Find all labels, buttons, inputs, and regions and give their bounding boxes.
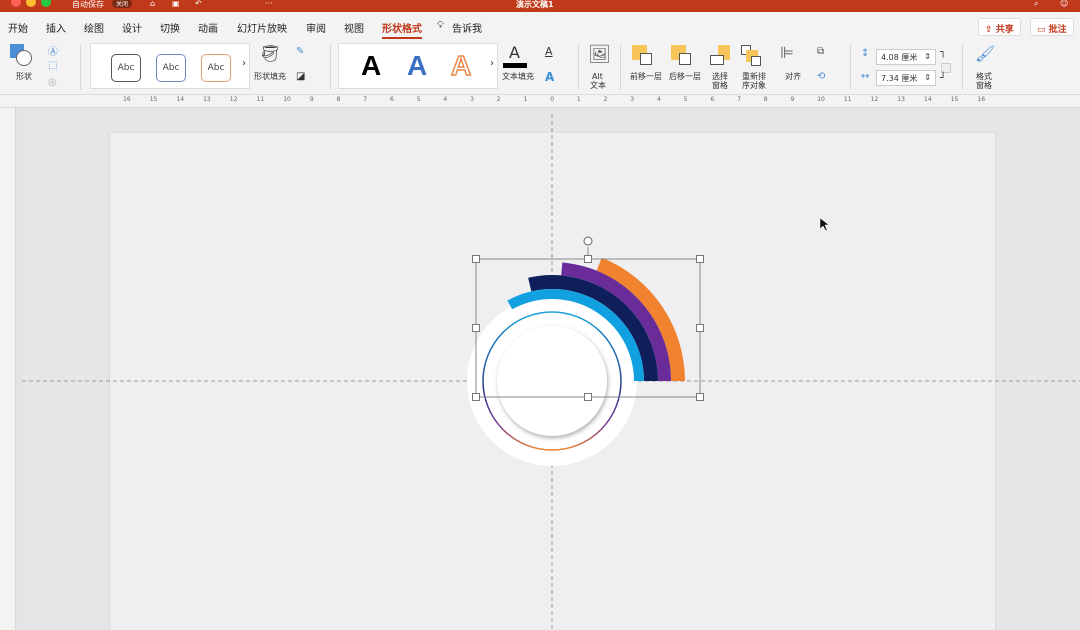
inner-shadow-circle[interactable]	[497, 326, 607, 436]
resize-handle[interactable]	[472, 324, 480, 332]
resize-handle[interactable]	[472, 255, 480, 263]
resize-handle[interactable]	[696, 393, 704, 401]
resize-handle[interactable]	[472, 393, 480, 401]
mouse-cursor-icon	[819, 217, 830, 232]
rotate-handle[interactable]	[583, 236, 593, 246]
resize-handle[interactable]	[584, 255, 592, 263]
drawing-layer	[22, 114, 1080, 630]
resize-handle[interactable]	[584, 393, 592, 401]
resize-handle[interactable]	[696, 255, 704, 263]
resize-handle[interactable]	[696, 324, 704, 332]
